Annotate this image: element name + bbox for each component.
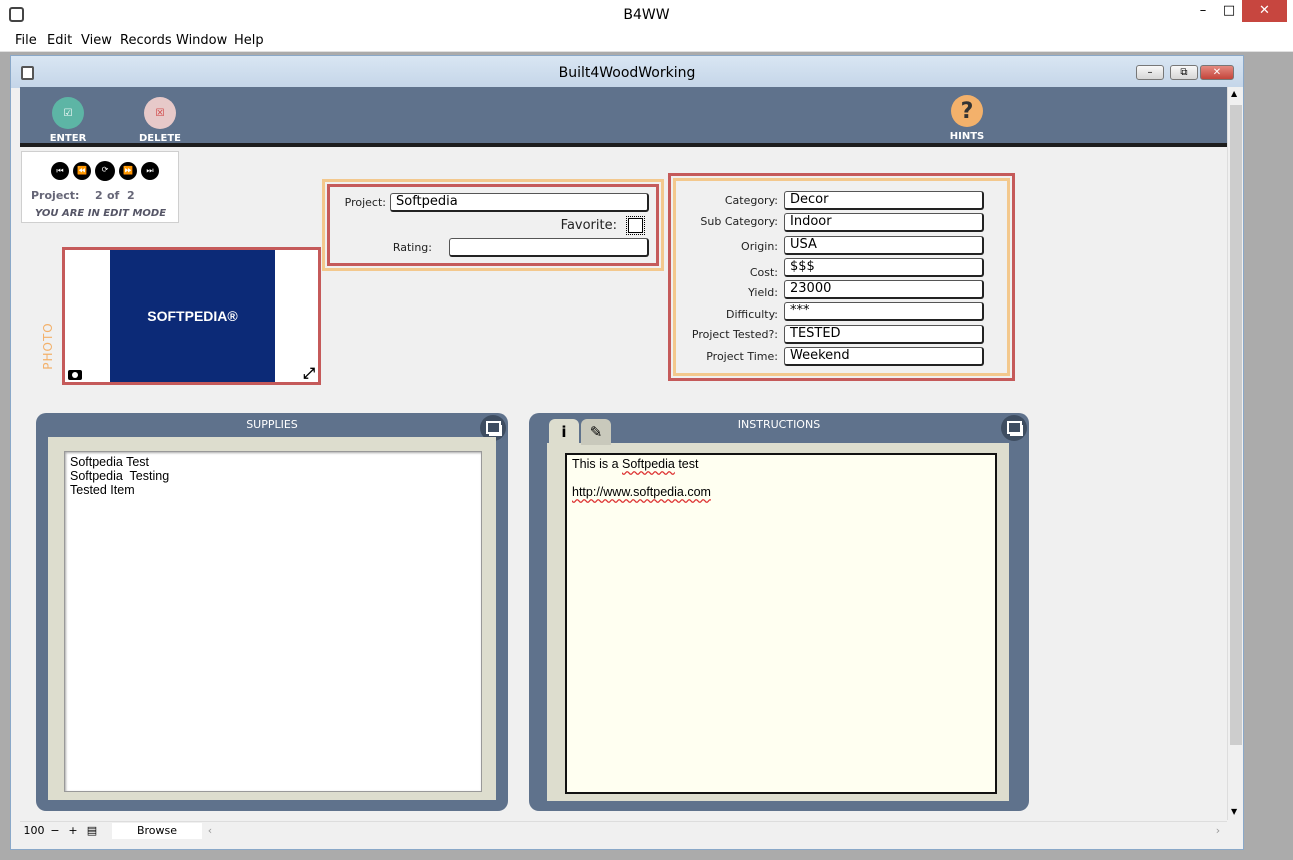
app-icon[interactable]: [9, 7, 24, 22]
menu-help[interactable]: Help: [234, 33, 264, 48]
maximize-icon[interactable]: □: [1216, 0, 1242, 22]
project-label: Project:: [344, 196, 386, 209]
supplies-title: SUPPLIES: [246, 418, 298, 431]
app-title: B4WW: [623, 7, 670, 23]
menu-file[interactable]: File: [15, 33, 37, 48]
menu-view[interactable]: View: [81, 33, 112, 48]
last-record-icon[interactable]: ⏭: [141, 162, 159, 180]
menu-records[interactable]: Records: [120, 33, 172, 48]
favorite-label: Favorite:: [560, 218, 617, 233]
zoom-out-icon[interactable]: −: [47, 823, 63, 839]
supplies-panel: SUPPLIES Softpedia Test Softpedia Testin…: [36, 413, 508, 811]
enter-label: ENTER: [49, 133, 87, 144]
scroll-left-icon[interactable]: ‹: [204, 823, 216, 839]
project-counter-label: Project:: [31, 189, 80, 202]
first-record-icon[interactable]: ⏮: [51, 162, 69, 180]
menu-edit[interactable]: Edit: [47, 33, 72, 48]
enter-button[interactable]: ☑ ENTER: [42, 97, 94, 144]
scroll-thumb[interactable]: [1230, 105, 1242, 745]
category-field[interactable]: Decor: [784, 191, 984, 210]
document-icon[interactable]: [21, 66, 34, 80]
supply-line: Tested Item: [70, 483, 135, 497]
project-photo: SOFTPEDIA®: [110, 250, 275, 382]
refresh-icon[interactable]: ⟳: [95, 161, 115, 181]
delete-button[interactable]: ☒ DELETE: [134, 97, 186, 144]
info-tab[interactable]: i: [549, 419, 579, 445]
difficulty-label: Difficulty:: [726, 308, 778, 321]
category-label: Category:: [724, 194, 778, 207]
favorite-checkbox[interactable]: [626, 216, 645, 235]
details-panel: Category: Decor Sub Category: Indoor Ori…: [673, 178, 1010, 376]
doc-restore-icon[interactable]: ⧉: [1170, 65, 1198, 80]
edit-mode-indicator: YOU ARE IN EDIT MODE: [35, 208, 167, 219]
project-name-field[interactable]: Softpedia: [390, 193, 649, 212]
next-record-icon[interactable]: ⏩: [119, 162, 137, 180]
hints-button[interactable]: ? HINTS: [941, 95, 993, 142]
difficulty-field[interactable]: ***: [784, 302, 984, 321]
document-title-bar: Built4WoodWorking – ⧉ ✕: [11, 56, 1243, 88]
checkmark-icon: ☑: [52, 97, 84, 129]
project-tested-label: Project Tested?:: [691, 328, 778, 341]
scroll-down-icon[interactable]: ▼: [1231, 807, 1237, 816]
cost-field[interactable]: $$$: [784, 258, 984, 277]
camera-icon[interactable]: [68, 370, 82, 380]
vertical-scrollbar[interactable]: ▲ ▼: [1227, 87, 1243, 820]
question-icon: ?: [951, 95, 983, 127]
menu-window[interactable]: Window: [176, 33, 227, 48]
doc-minimize-icon[interactable]: –: [1136, 65, 1164, 80]
supply-line: Softpedia Testing: [70, 469, 170, 483]
rating-field[interactable]: [449, 238, 649, 257]
project-current: 2: [95, 189, 103, 202]
form-content: ⏮ ⏪ ⟳ ⏩ ⏭ Project: 2 of 2 YOU ARE IN EDI…: [20, 151, 1227, 821]
scroll-up-icon[interactable]: ▲: [1231, 89, 1237, 98]
toolbar: ☑ ENTER ☒ DELETE ? HINTS: [20, 87, 1227, 147]
project-of: of: [107, 189, 120, 202]
project-tested-field[interactable]: TESTED: [784, 325, 984, 344]
supplies-textarea[interactable]: Softpedia Test Softpedia Testing Tested …: [64, 451, 482, 792]
app-title-bar: B4WW – □ ✕: [0, 0, 1293, 30]
project-panel: Project: Softpedia Favorite: Rating:: [327, 184, 659, 266]
supply-line: Softpedia Test: [70, 455, 149, 469]
status-bar: 100 − + ▤ Browse ‹ ›: [20, 821, 1227, 839]
document-window: Built4WoodWorking – ⧉ ✕ ☑ ENTER ☒ DELETE…: [10, 55, 1244, 850]
rating-label: Rating:: [392, 241, 432, 254]
yield-label: Yield:: [748, 286, 778, 299]
expand-icon[interactable]: ⤢: [303, 364, 315, 382]
origin-field[interactable]: USA: [784, 236, 984, 255]
project-total: 2: [127, 189, 135, 202]
sub-category-field[interactable]: Indoor: [784, 213, 984, 232]
menu-bar: File Edit View Records Window Help: [0, 30, 1293, 52]
instructions-panel: INSTRUCTIONS i ✎ This is a Softpedia tes…: [529, 413, 1029, 811]
zoom-level[interactable]: 100: [23, 823, 45, 839]
sub-category-label: Sub Category:: [700, 215, 778, 228]
scroll-right-icon[interactable]: ›: [1212, 823, 1224, 839]
edit-tab[interactable]: ✎: [581, 419, 611, 445]
delete-icon: ☒: [144, 97, 176, 129]
minimize-icon[interactable]: –: [1190, 0, 1216, 22]
document-title: Built4WoodWorking: [558, 65, 696, 81]
cost-label: Cost:: [749, 266, 778, 279]
doc-close-icon[interactable]: ✕: [1200, 65, 1234, 80]
popout-icon[interactable]: [1001, 415, 1027, 441]
yield-field[interactable]: 23000: [784, 280, 984, 299]
mdi-right-area: [1248, 52, 1293, 860]
record-navigator: ⏮ ⏪ ⟳ ⏩ ⏭ Project: 2 of 2 YOU ARE IN EDI…: [21, 151, 179, 223]
photo-container[interactable]: SOFTPEDIA® ⤢: [62, 247, 321, 385]
instructions-link[interactable]: http://www.softpedia.com: [572, 485, 990, 499]
misspelled-word: Softpedia: [622, 457, 675, 471]
zoom-in-icon[interactable]: +: [65, 823, 81, 839]
close-icon[interactable]: ✕: [1242, 0, 1287, 22]
project-time-label: Project Time:: [706, 350, 778, 363]
project-time-field[interactable]: Weekend: [784, 347, 984, 366]
instructions-textarea[interactable]: This is a Softpedia test http://www.soft…: [565, 453, 997, 794]
origin-label: Origin:: [741, 240, 778, 253]
delete-label: DELETE: [139, 133, 181, 144]
mode-indicator[interactable]: Browse: [112, 823, 202, 839]
hints-label: HINTS: [949, 131, 985, 142]
previous-record-icon[interactable]: ⏪: [73, 162, 91, 180]
layout-icon[interactable]: ▤: [83, 823, 101, 839]
